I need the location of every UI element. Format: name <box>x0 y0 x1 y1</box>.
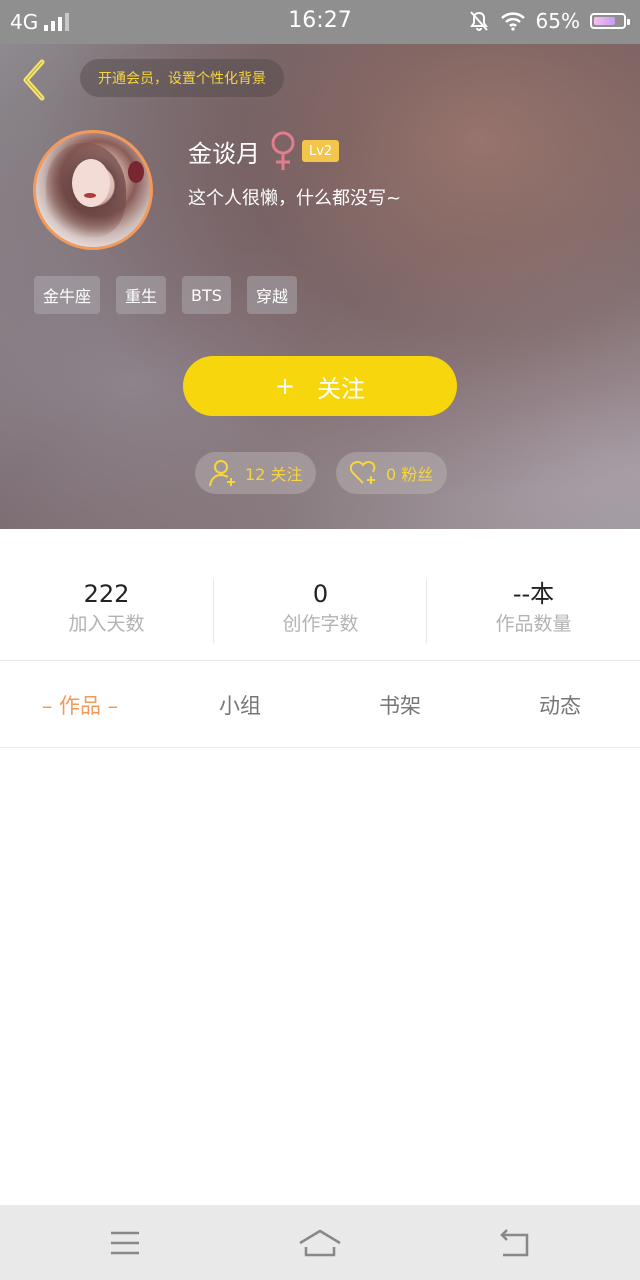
tab-groups[interactable]: 小组 <box>160 662 320 748</box>
level-badge: Lv2 <box>302 140 340 162</box>
stat-join-days: 222 加入天数 <box>0 579 213 639</box>
status-bar: 4G 16:27 65% <box>0 0 640 44</box>
following-count: 12 关注 <box>245 465 303 484</box>
fans-button[interactable]: 0 粉丝 <box>336 452 448 494</box>
stat-value: 222 <box>83 580 130 608</box>
following-button[interactable]: 12 关注 <box>195 452 317 494</box>
fans-count: 0 粉丝 <box>386 465 434 484</box>
plus-icon: + <box>274 372 296 400</box>
profile-header: 开通会员，设置个性化背景 金谈月 Lv2 这个人很懒，什么都没写~ 金牛座 重生… <box>0 44 640 529</box>
stat-value: 0 <box>312 580 329 608</box>
avatar-flower <box>128 161 144 183</box>
back-icon[interactable] <box>493 1221 537 1265</box>
stat-label: 作品数量 <box>495 613 572 635</box>
system-nav-bar <box>0 1205 640 1280</box>
battery-icon <box>590 13 630 29</box>
vip-banner-button[interactable]: 开通会员，设置个性化背景 <box>80 59 284 97</box>
tab-activity[interactable]: 动态 <box>480 662 640 748</box>
avatar-face <box>72 159 110 207</box>
follow-button[interactable]: + 关注 <box>183 356 457 416</box>
stat-label: 加入天数 <box>68 613 145 635</box>
mute-icon <box>469 11 488 31</box>
tag-item: 重生 <box>116 276 167 314</box>
stat-value: --本 <box>512 580 555 608</box>
menu-icon[interactable] <box>103 1221 147 1265</box>
tag-item: 穿越 <box>246 276 297 314</box>
heart-add-icon <box>350 460 376 484</box>
wifi-icon <box>500 12 525 31</box>
vip-banner-label: 开通会员，设置个性化背景 <box>98 71 266 87</box>
home-icon[interactable] <box>298 1221 342 1265</box>
tab-bar: – 作品 – 小组 书架 动态 <box>0 662 640 748</box>
tag-item: BTS <box>182 276 231 314</box>
tag-list: 金牛座 重生 BTS 穿越 <box>34 276 297 314</box>
stat-works-count: --本 作品数量 <box>427 579 640 639</box>
battery-percent: 65% <box>535 9 580 33</box>
tag-item: 金牛座 <box>34 276 101 314</box>
avatar-lips <box>84 193 96 198</box>
tab-bookshelf[interactable]: 书架 <box>320 662 480 748</box>
username: 金谈月 <box>188 140 260 168</box>
bio-text: 这个人很懒，什么都没写~ <box>188 188 402 209</box>
stats-row: 222 加入天数 0 创作字数 --本 作品数量 <box>0 529 640 661</box>
follow-button-label: 关注 <box>317 374 366 403</box>
female-gender-icon <box>271 131 295 170</box>
stat-word-count: 0 创作字数 <box>214 579 427 639</box>
status-right: 65% <box>468 9 630 33</box>
tab-works[interactable]: – 作品 – <box>0 662 160 748</box>
user-add-icon <box>209 460 235 487</box>
stat-label: 创作字数 <box>282 613 359 635</box>
avatar[interactable] <box>33 130 153 250</box>
back-arrow-icon[interactable] <box>16 58 52 102</box>
